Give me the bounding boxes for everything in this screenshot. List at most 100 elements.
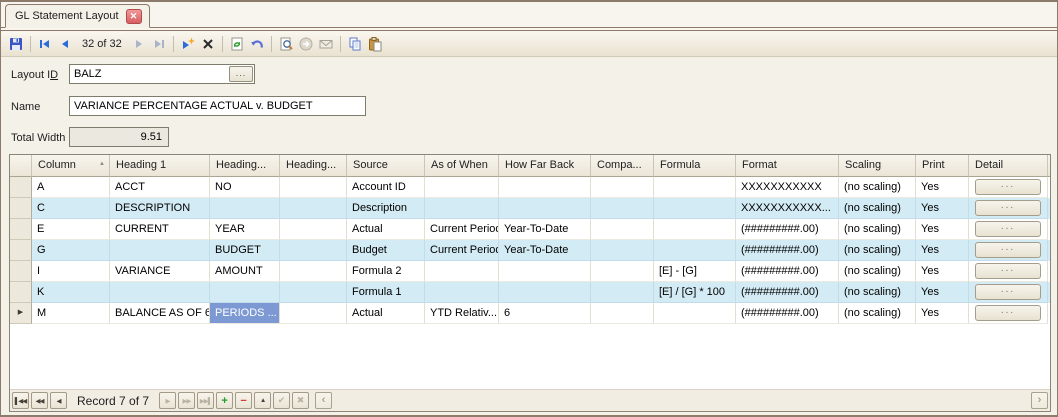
grid-cell[interactable]: (no scaling)	[839, 198, 916, 219]
tab-gl-statement-layout[interactable]: GL Statement Layout ✕	[5, 4, 150, 28]
grid-cell[interactable]: (no scaling)	[839, 261, 916, 282]
grid-cell[interactable]	[654, 198, 736, 219]
tab-close-icon[interactable]: ✕	[126, 9, 142, 24]
grid-cell[interactable]: BALANCE AS OF 6	[110, 303, 210, 324]
grid-cell[interactable]: [E] - [G]	[654, 261, 736, 282]
grid-cell[interactable]	[499, 282, 591, 303]
grid-column-header[interactable]: Compa...	[591, 155, 654, 177]
prior-record-button[interactable]: ◀	[50, 392, 67, 409]
grid-cell[interactable]: C	[32, 198, 110, 219]
grid-cell[interactable]: (#########.00)	[736, 240, 839, 261]
grid-cell[interactable]	[110, 240, 210, 261]
grid-cell[interactable]: E	[32, 219, 110, 240]
paste-button[interactable]	[365, 34, 385, 54]
save-button[interactable]	[6, 34, 26, 54]
grid-cell[interactable]	[280, 240, 347, 261]
undo-button[interactable]	[247, 34, 267, 54]
row-selector-cell[interactable]	[10, 261, 32, 282]
grid-cell[interactable]: Budget	[347, 240, 425, 261]
grid-cell[interactable]	[425, 282, 499, 303]
new-record-button[interactable]	[178, 34, 198, 54]
grid-cell[interactable]	[591, 219, 654, 240]
grid-cell[interactable]: Yes	[916, 198, 969, 219]
grid-cell[interactable]: Year-To-Date	[499, 219, 591, 240]
grid-cell[interactable]: Yes	[916, 240, 969, 261]
grid-cell[interactable]: (no scaling)	[839, 282, 916, 303]
grid-cell[interactable]	[591, 261, 654, 282]
grid-cell[interactable]	[425, 177, 499, 198]
grid-column-header[interactable]: Heading...	[280, 155, 347, 177]
grid-cell[interactable]: M	[32, 303, 110, 324]
grid-cell[interactable]: I	[32, 261, 110, 282]
prior-page-button[interactable]: ◀◀	[31, 392, 48, 409]
grid-cell[interactable]: PERIODS ...	[210, 303, 280, 324]
grid-cell[interactable]: K	[32, 282, 110, 303]
grid-cell[interactable]	[280, 282, 347, 303]
grid-cell[interactable]: AMOUNT	[210, 261, 280, 282]
grid-cell[interactable]: XXXXXXXXXXX	[736, 177, 839, 198]
grid-cell[interactable]: Current Period	[425, 240, 499, 261]
row-selector-cell[interactable]	[10, 240, 32, 261]
grid-column-header[interactable]: How Far Back	[499, 155, 591, 177]
email-button[interactable]	[316, 34, 336, 54]
grid-cell[interactable]: (#########.00)	[736, 282, 839, 303]
print-preview-button[interactable]	[276, 34, 296, 54]
grid-cell[interactable]	[425, 261, 499, 282]
grid-cell[interactable]: (#########.00)	[736, 219, 839, 240]
last-record-toolbar-button[interactable]	[149, 34, 169, 54]
grid-cell[interactable]: (no scaling)	[839, 219, 916, 240]
grid-cell[interactable]	[591, 282, 654, 303]
grid-cell[interactable]: CURRENT	[110, 219, 210, 240]
grid-cell[interactable]: Description	[347, 198, 425, 219]
current-row-marker-cell[interactable]: ▶	[10, 303, 32, 324]
layout-id-browse-button[interactable]: ...	[229, 66, 253, 82]
grid-cell[interactable]: DESCRIPTION	[110, 198, 210, 219]
edit-record-button[interactable]: ▲	[254, 392, 271, 409]
hscroll-left-button[interactable]: ‹	[315, 392, 332, 409]
grid-cell[interactable]	[654, 177, 736, 198]
next-page-button[interactable]: ▶▶	[178, 392, 195, 409]
row-selector-cell[interactable]	[10, 219, 32, 240]
next-record-toolbar-button[interactable]	[129, 34, 149, 54]
grid-cell[interactable]: (no scaling)	[839, 240, 916, 261]
grid-cell[interactable]	[499, 198, 591, 219]
detail-button[interactable]: ...	[975, 305, 1041, 321]
grid-cell[interactable]: ACCT	[110, 177, 210, 198]
grid-cell[interactable]	[654, 303, 736, 324]
row-selector-cell[interactable]	[10, 177, 32, 198]
grid-cell[interactable]: Account ID	[347, 177, 425, 198]
grid-cell[interactable]	[654, 240, 736, 261]
detail-button[interactable]: ...	[975, 263, 1041, 279]
name-field[interactable]: VARIANCE PERCENTAGE ACTUAL v. BUDGET	[69, 96, 366, 116]
grid-cell[interactable]: A	[32, 177, 110, 198]
grid-column-header[interactable]: As of When	[425, 155, 499, 177]
grid-cell[interactable]	[425, 198, 499, 219]
grid-column-header[interactable]: Formula	[654, 155, 736, 177]
grid-cell[interactable]	[591, 303, 654, 324]
grid-cell[interactable]	[499, 261, 591, 282]
grid-cell[interactable]: (#########.00)	[736, 261, 839, 282]
grid-cell[interactable]: Yes	[916, 261, 969, 282]
grid-cell[interactable]	[591, 177, 654, 198]
grid-cell[interactable]	[280, 198, 347, 219]
delete-record-button[interactable]: −	[235, 392, 252, 409]
grid-cell[interactable]: G	[32, 240, 110, 261]
grid-cell[interactable]: VARIANCE	[110, 261, 210, 282]
grid-cell[interactable]	[280, 177, 347, 198]
grid-cell[interactable]: (#########.00)	[736, 303, 839, 324]
grid-cell[interactable]: 6	[499, 303, 591, 324]
grid-cell[interactable]	[110, 282, 210, 303]
row-selector-cell[interactable]	[10, 198, 32, 219]
grid-cell[interactable]	[210, 282, 280, 303]
grid-cell[interactable]: Formula 2	[347, 261, 425, 282]
last-record-button[interactable]: ▶▶▌	[197, 392, 214, 409]
grid-column-header[interactable]: Scaling	[839, 155, 916, 177]
grid-cell[interactable]: YTD Relativ...	[425, 303, 499, 324]
cancel-edit-button[interactable]: ✖	[292, 392, 309, 409]
previous-record-toolbar-button[interactable]	[55, 34, 75, 54]
grid-column-header[interactable]: Column▲	[32, 155, 110, 177]
grid-cell[interactable]: [E] / [G] * 100	[654, 282, 736, 303]
grid-cell[interactable]: YEAR	[210, 219, 280, 240]
layout-id-field[interactable]: BALZ ...	[69, 64, 255, 84]
grid-column-header[interactable]: Format	[736, 155, 839, 177]
